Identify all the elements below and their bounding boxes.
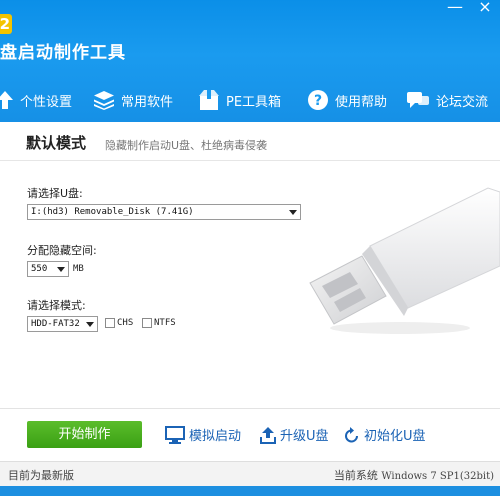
- nav-item-forum[interactable]: 论坛交流: [406, 82, 488, 118]
- nav-item-personal-settings[interactable]: 个性设置: [0, 82, 72, 118]
- chevron-down-icon: [86, 322, 94, 327]
- nav-label: 常用软件: [121, 94, 174, 110]
- window-controls: — ×: [440, 0, 500, 20]
- refresh-icon: [345, 426, 358, 442]
- app-header: 2 盘启动制作工具 — × 个性设置 常用软件 PE工具箱 ? 使用帮助 论坛交…: [0, 0, 500, 122]
- minimize-button[interactable]: —: [440, 0, 470, 20]
- upgrade-usb-button[interactable]: 升级U盘: [260, 425, 329, 444]
- select-disk-label: 请选择U盘:: [27, 187, 83, 200]
- system-info: 当前系统 Windows 7 SP1(32bit): [334, 467, 494, 483]
- svg-text:?: ?: [314, 93, 322, 109]
- usb-drive-illustration: [309, 187, 500, 334]
- app-title: 盘启动制作工具: [0, 43, 126, 63]
- chat-icon: [407, 92, 429, 108]
- version-status: 目前为最新版: [8, 469, 74, 482]
- taskbar-strip: [0, 486, 500, 496]
- checkbox-box: [142, 318, 152, 328]
- mode-select-value: HDD-FAT32: [31, 319, 80, 329]
- nav-item-pe-toolbox[interactable]: PE工具箱: [198, 82, 281, 118]
- mode-select[interactable]: HDD-FAT32: [27, 316, 98, 332]
- mode-title: 默认模式: [26, 134, 87, 152]
- system-label: 当前系统: [333, 469, 378, 482]
- divider: [0, 160, 500, 161]
- nav-label: 个性设置: [20, 94, 73, 110]
- stack-icon: [94, 91, 114, 110]
- nav-label: PE工具箱: [226, 94, 282, 110]
- simulate-label: 模拟启动: [189, 429, 242, 444]
- monitor-icon: [165, 425, 185, 444]
- start-button[interactable]: 开始制作: [27, 421, 142, 448]
- upload-icon: [260, 426, 276, 444]
- main-nav: 个性设置 常用软件 PE工具箱 ? 使用帮助 论坛交流: [0, 82, 500, 118]
- disk-select-value: I:(hd3) Removable_Disk (7.41G): [31, 207, 194, 217]
- ntfs-label: NTFS: [154, 318, 176, 328]
- space-select-value: 550: [31, 264, 48, 274]
- status-bar: 目前为最新版 当前系统 Windows 7 SP1(32bit): [0, 461, 500, 486]
- upgrade-label: 升级U盘: [280, 429, 329, 444]
- initialize-usb-button[interactable]: 初始化U盘: [344, 425, 426, 444]
- nav-label: 使用帮助: [335, 94, 388, 110]
- box-icon: [199, 90, 219, 110]
- select-mode-label: 请选择模式:: [27, 299, 86, 312]
- chevron-down-icon: [57, 267, 65, 272]
- help-icon: ?: [308, 90, 328, 110]
- system-value: Windows 7 SP1(32bit): [381, 471, 494, 482]
- space-unit: MB: [73, 264, 84, 274]
- simulate-boot-button[interactable]: 模拟启动: [165, 425, 241, 444]
- disk-select[interactable]: I:(hd3) Removable_Disk (7.41G): [27, 204, 301, 220]
- nav-label: 论坛交流: [436, 94, 489, 110]
- initialize-label: 初始化U盘: [364, 429, 426, 444]
- checkbox-box: [105, 318, 115, 328]
- chs-label: CHS: [117, 318, 134, 328]
- nav-item-common-software[interactable]: 常用软件: [93, 82, 173, 118]
- close-button[interactable]: ×: [470, 0, 500, 20]
- chevron-down-icon: [289, 210, 297, 215]
- logo-badge: 2: [0, 14, 12, 34]
- hidden-space-label: 分配隐藏空间:: [27, 244, 97, 257]
- ntfs-checkbox[interactable]: NTFS: [142, 318, 176, 328]
- divider: [0, 408, 500, 409]
- space-select[interactable]: 550: [27, 261, 69, 277]
- mode-subtitle: 隐藏制作启动U盘、杜绝病毒侵袭: [105, 139, 268, 152]
- chs-checkbox[interactable]: CHS: [105, 318, 133, 328]
- nav-item-help[interactable]: ? 使用帮助: [307, 82, 387, 118]
- arrow-up-icon: [0, 91, 13, 109]
